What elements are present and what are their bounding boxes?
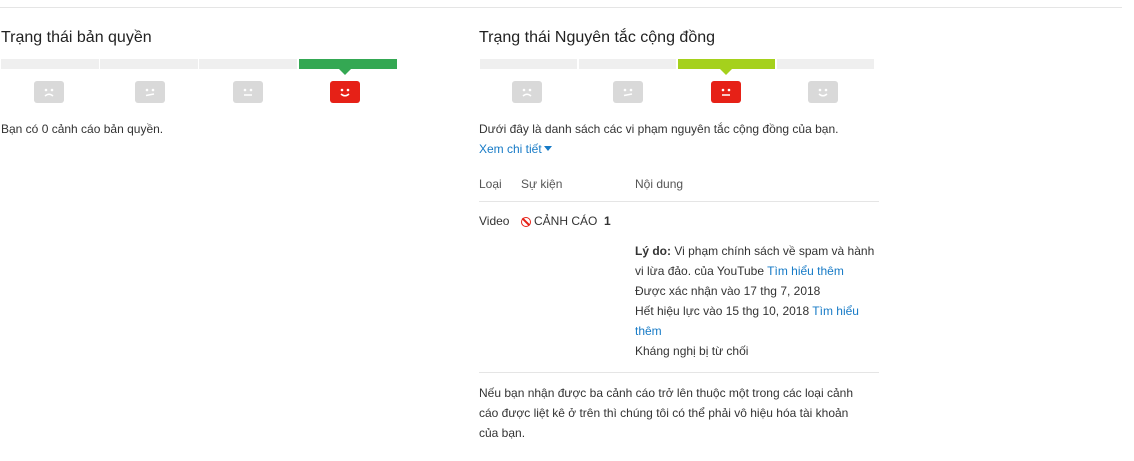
copyright-summary: Bạn có 0 cảnh cáo bản quyền. (1, 122, 164, 136)
reason-line-2: vi lừa đảo. của YouTube Tìm hiểu thêm (635, 261, 844, 281)
meh-face-icon (135, 81, 165, 103)
smile-face-icon (808, 81, 838, 103)
reason-line-1: Lý do: Vi phạm chính sách về spam và hàn… (635, 241, 874, 261)
sad-face-icon (34, 81, 64, 103)
expiry-line: Hết hiệu lực vào 15 thg 10, 2018 Tìm hiể… (635, 301, 859, 321)
see-details-link[interactable]: Xem chi tiết (479, 139, 552, 159)
community-bar-2 (579, 59, 676, 69)
caret-down-icon (543, 146, 552, 151)
neutral-face-icon (233, 81, 263, 103)
meh-face-icon (613, 81, 643, 103)
copyright-title: Trạng thái bản quyền (1, 29, 152, 46)
table-bottom-divider (479, 372, 879, 373)
see-details-label: Xem chi tiết (479, 142, 542, 156)
warning-line-1: Nếu bạn nhận được ba cảnh cáo trở lên th… (479, 386, 853, 400)
community-intro: Dưới đây là danh sách các vi phạm nguyên… (479, 122, 839, 136)
reason-label: Lý do: (635, 244, 671, 258)
row-type: Video (479, 214, 510, 228)
community-bar-4 (777, 59, 874, 69)
community-title: Trạng thái Nguyên tắc cộng đồng (479, 29, 716, 46)
header-type: Loại (479, 177, 502, 191)
sad-face-icon (512, 81, 542, 103)
warning-line-2: cáo được liệt kê ở trên thì chúng tôi có… (479, 406, 849, 420)
copyright-bar-active (299, 59, 397, 69)
copyright-bar-2 (100, 59, 198, 69)
strike-count: 1 (604, 214, 611, 228)
neutral-face-icon (711, 81, 741, 103)
copyright-bar-1 (1, 59, 99, 69)
strike-icon (521, 217, 531, 227)
learn-more-link-2-continued[interactable]: thêm (635, 321, 662, 341)
top-divider (0, 7, 1122, 8)
smile-face-icon (330, 81, 360, 103)
header-event: Sự kiện (521, 177, 563, 191)
learn-more-link[interactable]: Tìm hiểu thêm (767, 264, 844, 278)
strike-label: CẢNH CÁO (534, 214, 598, 228)
confirmed-date: Được xác nhận vào 17 thg 7, 2018 (635, 284, 821, 298)
expiry-date: Hết hiệu lực vào 15 thg 10, 2018 (635, 304, 810, 318)
warning-line-3: của bạn. (479, 426, 526, 440)
reason-text-2: vi lừa đảo. của YouTube (635, 264, 765, 278)
copyright-caret (339, 69, 351, 75)
community-bar-1 (480, 59, 577, 69)
row-event: CẢNH CÁO 1 (521, 211, 611, 231)
appeal-status: Kháng nghị bị từ chối (635, 344, 749, 358)
header-content: Nội dung (635, 177, 684, 191)
table-header-divider (479, 201, 879, 202)
reason-text-1: Vi phạm chính sách về spam và hành (674, 244, 875, 258)
community-bar-active (678, 59, 775, 69)
community-caret (720, 69, 732, 75)
learn-more-link-2[interactable]: Tìm hiểu (812, 304, 859, 318)
copyright-bar-3 (199, 59, 297, 69)
